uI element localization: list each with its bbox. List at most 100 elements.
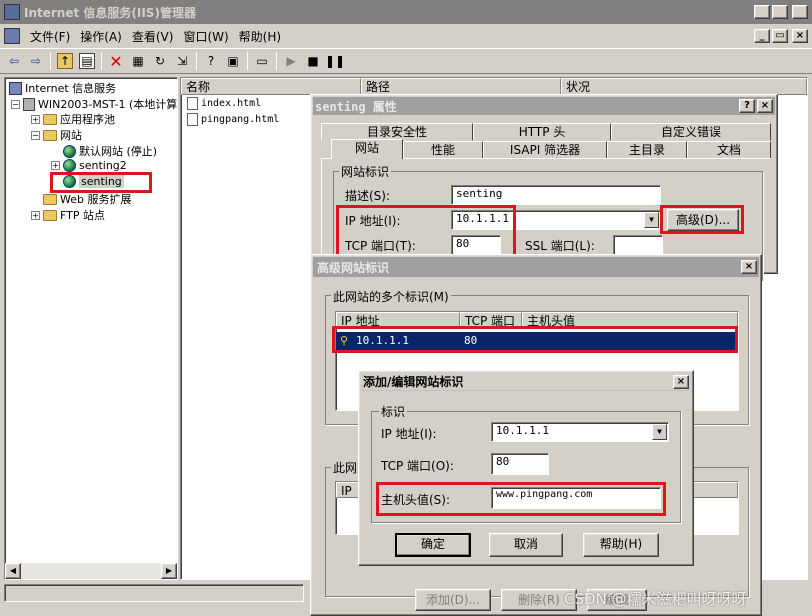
col-name[interactable]: 名称 [181,78,361,95]
tree-web-ext[interactable]: Web 服务扩展 [31,191,131,207]
scroll-right-icon[interactable]: ▶ [161,563,177,579]
watermark: CSDN @糯米滋粑叫呀呀呀 [564,590,747,608]
identity-group-label: 标识 [379,403,408,420]
tree-websites-label: 网站 [60,129,82,142]
tab-documents[interactable]: 文档 [687,141,771,159]
tab-performance[interactable]: 性能 [403,141,483,159]
menu-file[interactable]: 文件(F) [30,28,70,45]
edit-close-button[interactable]: × [673,375,689,389]
tab-website[interactable]: 网站 [331,139,403,159]
help-question-button[interactable]: ? [739,99,755,113]
highlight-advanced [660,205,744,234]
close-button[interactable]: × [792,5,808,19]
action-pane-icon[interactable]: ▣ [225,53,241,69]
maximize-button[interactable]: □ [772,5,788,19]
desc-field[interactable]: senting [451,185,661,205]
expand-icon[interactable]: + [31,210,40,220]
advanced-close-button[interactable]: × [741,260,757,274]
scroll-left-icon[interactable]: ◀ [5,563,21,579]
site-id-group-label: 网站标识 [339,163,392,180]
folder-icon [43,129,57,141]
menu-action[interactable]: 操作(A) [80,28,122,45]
edit-title-bar: 添加/编辑网站标识 × [361,373,691,391]
tree-root-label: Internet 信息服务 [25,82,117,95]
show-tree-icon[interactable]: ▤ [79,53,95,69]
forward-arrow-icon[interactable]: ⇨ [28,53,44,69]
help-icon[interactable]: ? [203,53,219,69]
edit-identity-dialog: 添加/编辑网站标识 × 标识 IP 地址(I): 10.1.1.1 ▼ TCP … [358,370,694,566]
tree-ftp-label: FTP 站点 [60,209,105,222]
advanced-title-bar: 高级网站标识 × [313,257,759,277]
globe-icon [63,159,76,172]
tree-default-site-label: 默认网站 (停止) [79,145,158,158]
file-row[interactable]: index.html [187,97,261,110]
col-status[interactable]: 状况 [561,78,807,95]
dropdown-arrow-icon[interactable]: ▼ [644,212,659,228]
tree-ftp[interactable]: + FTP 站点 [31,207,105,223]
highlight-host-header [376,482,666,516]
highlight-ip-tcp [336,205,516,259]
tree-pane: Internet 信息服务 − WIN2003-MST-1 (本地计算 + 应用… [4,77,178,580]
multi-id-group-label: 此网站的多个标识(M) [331,288,451,305]
add-button[interactable]: 添加(D)... [415,589,491,611]
collapse-icon[interactable]: − [31,130,40,140]
play-icon[interactable]: ▶ [283,53,299,69]
refresh-icon[interactable]: ↻ [152,53,168,69]
file-name: index.html [201,98,262,109]
tree-default-site[interactable]: 默认网站 (停止) [63,143,157,159]
pause-icon[interactable]: ❚❚ [325,53,345,69]
col-path[interactable]: 路径 [361,78,561,95]
ok-button[interactable]: 确定 [395,533,471,557]
tree-app-pools-label: 应用程序池 [60,113,115,126]
ssl-label: SSL 端口(L): [525,239,595,253]
advanced-title: 高级网站标识 [317,260,390,275]
collapse-icon[interactable]: − [11,99,20,109]
menu-help[interactable]: 帮助(H) [239,28,281,45]
back-arrow-icon[interactable]: ⇦ [6,53,22,69]
tree-websites[interactable]: − 网站 [31,127,82,143]
desc-label: 描述(S): [345,189,391,203]
globe-icon [63,144,76,158]
expand-icon[interactable]: + [31,114,40,124]
tree-app-pools[interactable]: + 应用程序池 [31,111,115,127]
properties-close-button[interactable]: × [757,99,773,113]
export-icon[interactable]: ⇲ [174,53,190,69]
tab-home-dir[interactable]: 主目录 [607,141,687,159]
tree-senting2-label: senting2 [79,159,127,172]
html-file-icon [187,97,198,110]
properties-title-bar: senting 属性 ? × [313,97,775,115]
up-folder-icon[interactable]: ↑ [57,53,73,69]
edit-title: 添加/编辑网站标识 [363,375,464,389]
iis-app-icon [4,4,20,20]
menu-window[interactable]: 窗口(W) [183,28,228,45]
edit-tcp-label: TCP 端口(O): [381,459,454,473]
doc-minimize-button[interactable]: _ [754,29,770,43]
tab-custom-errors[interactable]: 自定义错误 [611,123,771,141]
minimize-button[interactable]: _ [754,5,770,19]
computer-icon[interactable]: ▭ [254,53,270,69]
help-button[interactable]: 帮助(H) [583,533,659,557]
main-title-bar: Internet 信息服务(IIS)管理器 _ □ × [0,0,812,24]
stop-icon[interactable]: ■ [305,53,321,69]
edit-ip-label: IP 地址(I): [381,427,437,441]
doc-restore-button[interactable]: ▭ [772,29,788,43]
edit-tcp-field[interactable]: 80 [491,453,549,475]
doc-close-button[interactable]: × [792,29,808,43]
dropdown-arrow-icon[interactable]: ▼ [652,424,667,440]
tab-isapi[interactable]: ISAPI 筛选器 [483,141,607,159]
tree-root[interactable]: Internet 信息服务 [9,80,116,96]
tree-hscrollbar[interactable]: ◀ ▶ [5,563,177,579]
file-row[interactable]: pingpang.html [187,113,279,126]
cancel-button[interactable]: 取消 [489,533,563,557]
properties-icon[interactable]: ▦ [130,53,146,69]
ssl-field[interactable] [613,235,663,255]
tab-http-headers[interactable]: HTTP 头 [473,123,611,141]
tree-server[interactable]: − WIN2003-MST-1 (本地计算 [11,96,177,112]
delete-icon[interactable]: ✕ [108,52,124,71]
expand-icon[interactable]: + [51,161,60,170]
menu-view[interactable]: 查看(V) [132,28,174,45]
iis-icon [9,81,22,95]
tree-senting2[interactable]: + senting2 [51,159,127,172]
toolbar: ⇦ ⇨ ↑ ▤ ✕ ▦ ↻ ⇲ ? ▣ ▭ ▶ ■ ❚❚ [0,48,812,74]
edit-ip-select[interactable]: 10.1.1.1 ▼ [491,422,669,442]
